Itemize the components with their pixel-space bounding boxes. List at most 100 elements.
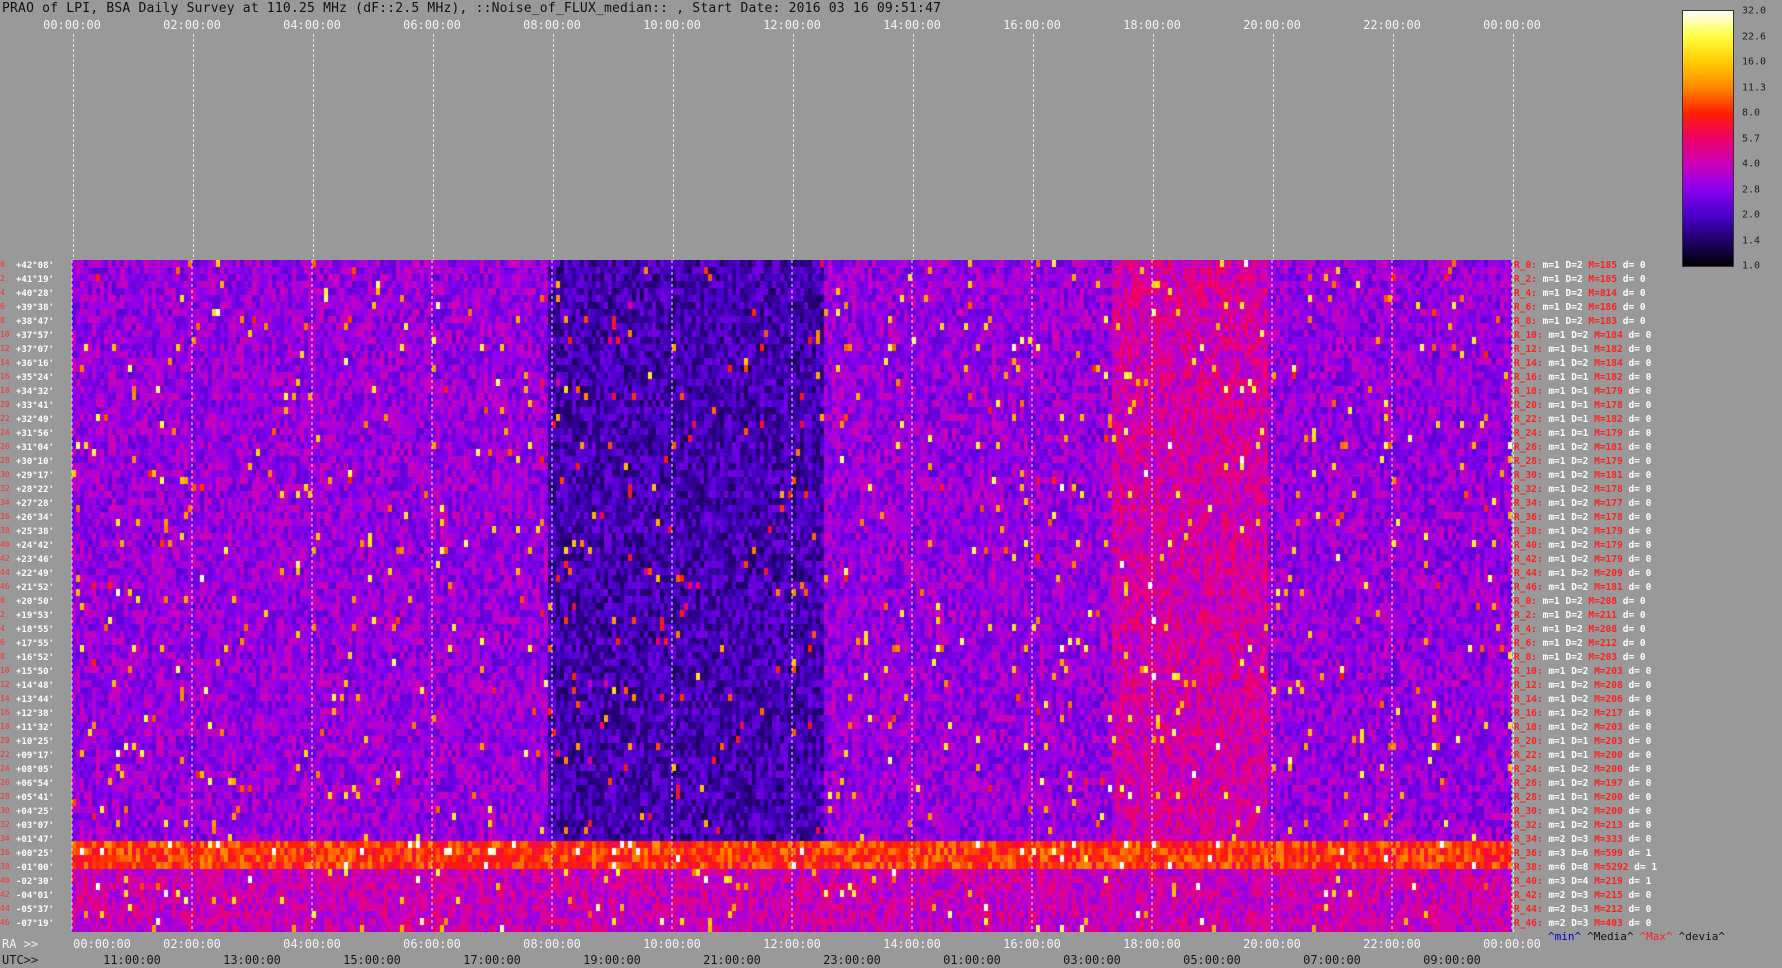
row-stat: R_18: m=1 D=1 M=179 d= 0: [1514, 387, 1651, 397]
utc-tick-label: 09:00:00: [1423, 953, 1481, 967]
row-index: 0: [0, 260, 5, 269]
footer-legend-item: ^Max^: [1639, 930, 1673, 943]
footer-legend-item: ^Media^: [1587, 930, 1634, 943]
row-stat-M: M=179: [1594, 540, 1629, 551]
row-stat-D: D=2: [1565, 288, 1589, 299]
row-stat-m: m=1: [1548, 736, 1572, 747]
row-stat-d: d= 0: [1628, 330, 1652, 341]
row-stat-r: R_26:: [1514, 442, 1549, 453]
row-stat-r: R_10:: [1514, 330, 1549, 341]
row-stat-m: m=1: [1548, 386, 1572, 397]
row-stat: R_40: m=3 D=4 M=219 d= 1: [1514, 877, 1651, 887]
row-stat-d: d= 0: [1628, 764, 1652, 775]
row-index: 2: [0, 610, 5, 619]
row-stat-r: R_44:: [1514, 568, 1549, 579]
row-stat-m: m=1: [1548, 330, 1572, 341]
row-stat-d: d= 0: [1628, 820, 1652, 831]
row-index: 34: [0, 834, 10, 843]
ra-tick-label: 06:00:00: [403, 937, 461, 951]
row-stat-d: d= 0: [1628, 484, 1652, 495]
row-stat: R_22: m=1 D=1 M=200 d= 0: [1514, 751, 1651, 761]
row-stat: R_42: m=2 D=3 M=215 d= 0: [1514, 891, 1651, 901]
row-stat-D: D=1: [1571, 344, 1595, 355]
row-stat-D: D=1: [1571, 386, 1595, 397]
row-stat-M: M=203: [1588, 652, 1623, 663]
row-index: 26: [0, 778, 10, 787]
row-stat: R_6: m=1 D=2 M=212 d= 0: [1514, 639, 1646, 649]
row-stat-D: D=1: [1571, 372, 1595, 383]
row-stat: R_44: m=1 D=2 M=209 d= 0: [1514, 569, 1651, 579]
top-tick-label: 22:00:00: [1363, 18, 1421, 32]
ra-tick-label: 18:00:00: [1123, 937, 1181, 951]
row-stat-M: M=182: [1594, 344, 1629, 355]
row-stat-D: D=6: [1571, 848, 1595, 859]
declination-label: +36°16': [16, 359, 54, 369]
row-stat-D: D=2: [1571, 470, 1595, 481]
utc-tick-label: 21:00:00: [703, 953, 761, 967]
row-stat-M: M=181: [1594, 442, 1629, 453]
row-stat: R_0: m=1 D=2 M=185 d= 0: [1514, 261, 1646, 271]
row-stat-r: R_10:: [1514, 666, 1549, 677]
row-stat-m: m=1: [1548, 554, 1572, 565]
row-stat-d: d= 0: [1628, 442, 1652, 453]
row-stat: R_8: m=1 D=2 M=183 d= 0: [1514, 317, 1646, 327]
ra-tick-label: 02:00:00: [163, 937, 221, 951]
declination-label: +31°04': [16, 443, 54, 453]
row-stat-m: m=1: [1548, 484, 1572, 495]
footer-legend: ^min^ ^Media^ ^Max^ ^devia^: [1548, 930, 1731, 943]
row-stat-D: D=2: [1571, 456, 1595, 467]
row-stat: R_38: m=6 D=8 M=5292 d= 1: [1514, 863, 1657, 873]
utc-tick-label: 01:00:00: [943, 953, 1001, 967]
row-stat-D: D=1: [1571, 428, 1595, 439]
row-stat-M: M=212: [1594, 904, 1629, 915]
row-stat-d: d= 0: [1622, 610, 1646, 621]
row-index: 4: [0, 288, 5, 297]
row-stat-d: d= 0: [1628, 708, 1652, 719]
utc-tick-label: 19:00:00: [583, 953, 641, 967]
chart-title: PRAO of LPI, BSA Daily Survey at 110.25 …: [2, 1, 942, 16]
row-stat-m: m=1: [1548, 414, 1572, 425]
row-stat-m: m=1: [1542, 260, 1566, 271]
row-stat-M: M=333: [1594, 834, 1629, 845]
row-stat: R_34: m=1 D=2 M=177 d= 0: [1514, 499, 1651, 509]
row-stat-m: m=1: [1548, 820, 1572, 831]
row-stat: R_2: m=1 D=2 M=211 d= 0: [1514, 611, 1646, 621]
row-stat-r: R_4:: [1514, 288, 1543, 299]
row-stat-M: M=179: [1594, 386, 1629, 397]
row-stat-M: M=182: [1594, 372, 1629, 383]
row-stat-d: d= 0: [1628, 694, 1652, 705]
row-stat-D: D=2: [1571, 694, 1595, 705]
row-stat-r: R_20:: [1514, 736, 1549, 747]
row-stat-M: M=219: [1594, 876, 1629, 887]
row-stat: R_38: m=1 D=2 M=179 d= 0: [1514, 527, 1651, 537]
row-stat-d: d= 0: [1628, 918, 1652, 929]
row-index: 16: [0, 372, 10, 381]
row-stat-r: R_36:: [1514, 512, 1549, 523]
row-stat: R_16: m=1 D=2 M=217 d= 0: [1514, 709, 1651, 719]
row-stat-M: M=184: [1594, 358, 1629, 369]
row-stat-D: D=3: [1571, 904, 1595, 915]
row-stat: R_28: m=1 D=1 M=200 d= 0: [1514, 793, 1651, 803]
row-stat-D: D=2: [1571, 540, 1595, 551]
row-stat-m: m=1: [1548, 358, 1572, 369]
declination-label: +25°38': [16, 527, 54, 537]
row-stat-r: R_22:: [1514, 750, 1549, 761]
row-stat-m: m=1: [1542, 302, 1566, 313]
row-stat-d: d= 0: [1628, 736, 1652, 747]
row-index: 12: [0, 344, 10, 353]
ra-tick-label: 00:00:00: [1483, 937, 1541, 951]
colorbar-label: 4.0: [1742, 158, 1761, 170]
row-stat-d: d= 1: [1628, 876, 1652, 887]
row-index: 36: [0, 512, 10, 521]
row-stat-m: m=1: [1548, 400, 1572, 411]
row-stat-d: d= 0: [1628, 344, 1652, 355]
row-index: 46: [0, 918, 10, 927]
declination-label: +40°28': [16, 289, 54, 299]
row-stat-M: M=182: [1594, 414, 1629, 425]
ra-tick-label: 10:00:00: [643, 937, 701, 951]
row-index: 30: [0, 470, 10, 479]
row-stat-d: d= 0: [1628, 428, 1652, 439]
row-stat-D: D=2: [1571, 484, 1595, 495]
row-stat-M: M=203: [1594, 736, 1629, 747]
row-stat-d: d= 0: [1622, 274, 1646, 285]
